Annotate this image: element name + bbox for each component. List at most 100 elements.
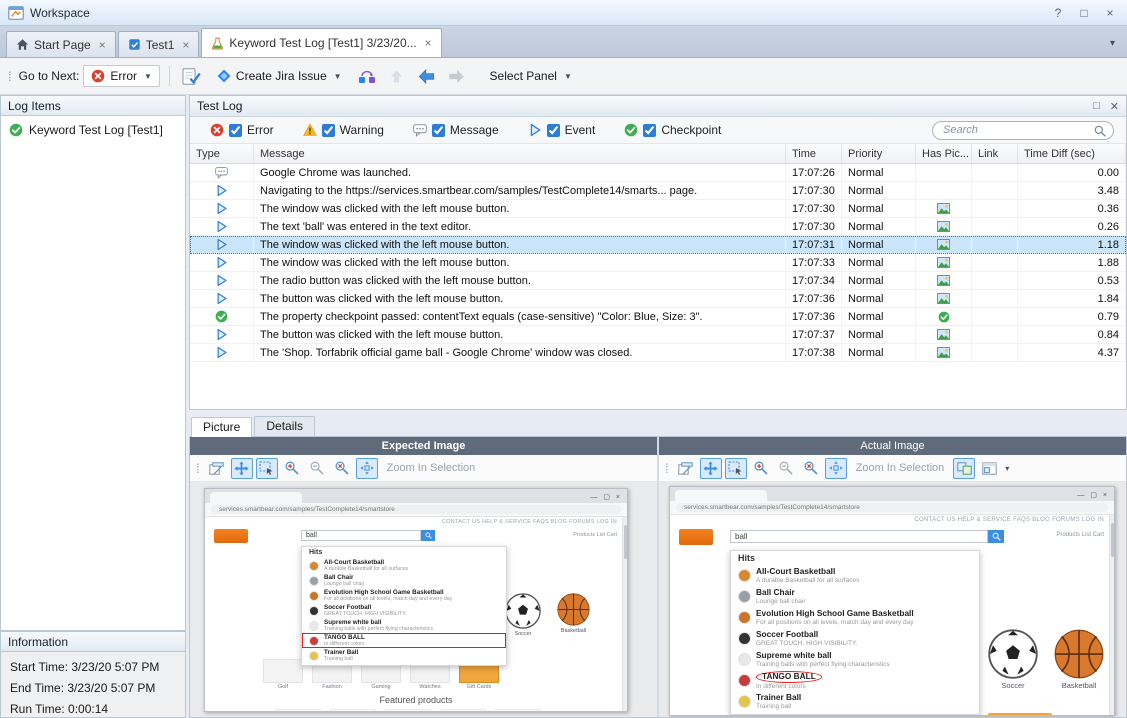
tab-test1[interactable]: Test1 × (118, 31, 200, 57)
log-row[interactable]: The button was clicked with the left mou… (190, 326, 1126, 344)
zoom-in-icon[interactable] (750, 458, 772, 479)
log-row[interactable]: The text 'ball' was entered in the text … (190, 218, 1126, 236)
zoom-out-icon[interactable] (775, 458, 797, 479)
product-text: Soccer FootballGREAT TOUCH. HIGH VISIBIL… (324, 604, 407, 617)
log-row[interactable]: The window was clicked with the left mou… (190, 254, 1126, 272)
suggestion-item: Evolution High School Game BasketballFor… (731, 607, 979, 628)
log-row[interactable]: Google Chrome was launched.17:07:26Norma… (190, 164, 1126, 182)
log-row[interactable]: The 'Shop. Torfabrik official game ball … (190, 344, 1126, 362)
column-header-link[interactable]: Link (972, 144, 1018, 163)
zoom-fit-icon[interactable] (356, 458, 378, 479)
help-icon[interactable]: ? (1051, 6, 1065, 20)
previous-result-icon[interactable] (414, 64, 440, 88)
copy-image-icon[interactable] (675, 458, 697, 479)
go-up-icon[interactable] (384, 64, 410, 88)
filter-warning[interactable]: Warning (291, 123, 401, 137)
filter-checkbox-checkpoint[interactable] (643, 124, 656, 137)
browser-scrollbar[interactable] (622, 517, 627, 711)
view-options-icon[interactable] (978, 458, 1000, 479)
maximize-icon[interactable]: □ (1077, 6, 1091, 20)
filter-checkbox-warning[interactable] (322, 124, 335, 137)
go-to-next-label: Go to Next: (19, 69, 80, 83)
log-items-tree-item[interactable]: Keyword Test Log [Test1] (6, 121, 180, 139)
browser-tab (210, 492, 302, 503)
column-header-time-diff-sec[interactable]: Time Diff (sec) (1018, 144, 1126, 163)
pan-tool-icon[interactable] (231, 458, 253, 479)
product-thumbnail (738, 632, 751, 645)
product-text: TANGO BALLIn different colors (324, 634, 365, 647)
basketball-image: Basketball (1054, 629, 1104, 690)
product-desc: GREAT TOUCH. HIGH VISIBILITY. (756, 640, 857, 647)
select-panel-button[interactable]: Select Panel ▼ (482, 65, 580, 87)
zoom-in-icon[interactable] (281, 458, 303, 479)
compare-images-icon[interactable] (953, 458, 975, 479)
product-text: Soccer FootballGREAT TOUCH. HIGH VISIBIL… (756, 630, 857, 647)
copy-image-icon[interactable] (206, 458, 228, 479)
filter-checkpoint[interactable]: Checkpoint (612, 123, 738, 137)
suggestion-item: Ball ChairLounge ball chair (302, 573, 506, 588)
column-header-type[interactable]: Type (190, 144, 254, 163)
tab-picture[interactable]: Picture (191, 417, 252, 437)
zoom-reset-icon[interactable] (800, 458, 822, 479)
log-row[interactable]: The property checkpoint passed: contentT… (190, 308, 1126, 326)
title-bar: Workspace ?□× (0, 0, 1127, 26)
select-panel-label: Select Panel (490, 69, 557, 83)
suggestion-item: All-Court BasketballA durable Basketball… (302, 558, 506, 573)
panel-close-icon[interactable]: ✕ (1110, 100, 1119, 113)
select-tool-icon[interactable] (256, 458, 278, 479)
column-header-time[interactable]: Time (786, 144, 842, 163)
expected-image-canvas[interactable]: — ▢ ×services.smartbear.com/samples/Test… (190, 482, 657, 717)
tab-label: Test1 (146, 38, 175, 52)
category-image (263, 659, 303, 683)
go-to-next-error-button[interactable]: Error ▼ (83, 65, 160, 87)
suggestions-title: Hits (731, 551, 979, 565)
actual-image-canvas[interactable]: — ▢ ×services.smartbear.com/samples/Test… (659, 482, 1126, 717)
tab-close-icon[interactable]: × (182, 38, 189, 52)
log-row[interactable]: The window was clicked with the left mou… (190, 200, 1126, 218)
zoom-reset-icon[interactable] (331, 458, 353, 479)
picture-tab-bar: Picture Details (189, 414, 1127, 436)
column-header-message[interactable]: Message (254, 144, 786, 163)
log-message: The window was clicked with the left mou… (254, 200, 786, 217)
chevron-down-icon[interactable]: ▾ (1005, 464, 1009, 473)
tab-list-dropdown-icon[interactable]: ▾ (1106, 38, 1119, 49)
log-row[interactable]: Navigating to the https://services.smart… (190, 182, 1126, 200)
search-input[interactable] (932, 121, 1114, 140)
column-header-has-pic[interactable]: Has Pic... (916, 144, 972, 163)
tab-start-page[interactable]: Start Page× (6, 31, 116, 57)
product-desc: For all positions on all levels, match d… (324, 596, 452, 602)
log-row[interactable]: The button was clicked with the left mou… (190, 290, 1126, 308)
close-icon[interactable]: × (1103, 6, 1117, 20)
product-thumbnail (738, 569, 751, 582)
push-to-jira-icon[interactable] (354, 64, 380, 88)
create-jira-issue-button[interactable]: Create Jira Issue ▼ (209, 65, 350, 87)
toolbar-grip[interactable]: ⁞ (665, 461, 669, 476)
toolbar-grip[interactable]: ⁞ (8, 69, 12, 84)
filter-event[interactable]: Event (516, 123, 613, 137)
next-result-icon[interactable] (444, 64, 470, 88)
filter-checkbox-message[interactable] (432, 124, 445, 137)
zoom-fit-icon[interactable] (825, 458, 847, 479)
browser-scrollbar[interactable] (1109, 515, 1114, 715)
actual-image-title: Actual Image (659, 437, 1126, 455)
pan-tool-icon[interactable] (700, 458, 722, 479)
picture-icon (937, 221, 950, 232)
tab-keyword-test-log-test1-3-23-20[interactable]: Keyword Test Log [Test1] 3/23/20...× (201, 28, 441, 57)
log-row[interactable]: The window was clicked with the left mou… (190, 236, 1126, 254)
tab-details[interactable]: Details (254, 416, 315, 436)
toolbar-grip[interactable]: ⁞ (196, 461, 200, 476)
filter-error[interactable]: Error (198, 123, 291, 137)
select-tool-icon[interactable] (725, 458, 747, 479)
tab-close-icon[interactable]: × (425, 36, 432, 50)
filter-message[interactable]: Message (401, 123, 516, 137)
column-header-priority[interactable]: Priority (842, 144, 916, 163)
zoom-out-icon[interactable] (306, 458, 328, 479)
event-icon (528, 123, 542, 137)
log-row[interactable]: The radio button was clicked with the le… (190, 272, 1126, 290)
export-results-icon[interactable] (179, 64, 205, 88)
filter-checkbox-event[interactable] (547, 124, 560, 137)
filter-checkbox-error[interactable] (229, 124, 242, 137)
jira-icon (217, 69, 231, 83)
panel-float-icon[interactable]: □ (1093, 100, 1100, 113)
tab-close-icon[interactable]: × (99, 38, 106, 52)
